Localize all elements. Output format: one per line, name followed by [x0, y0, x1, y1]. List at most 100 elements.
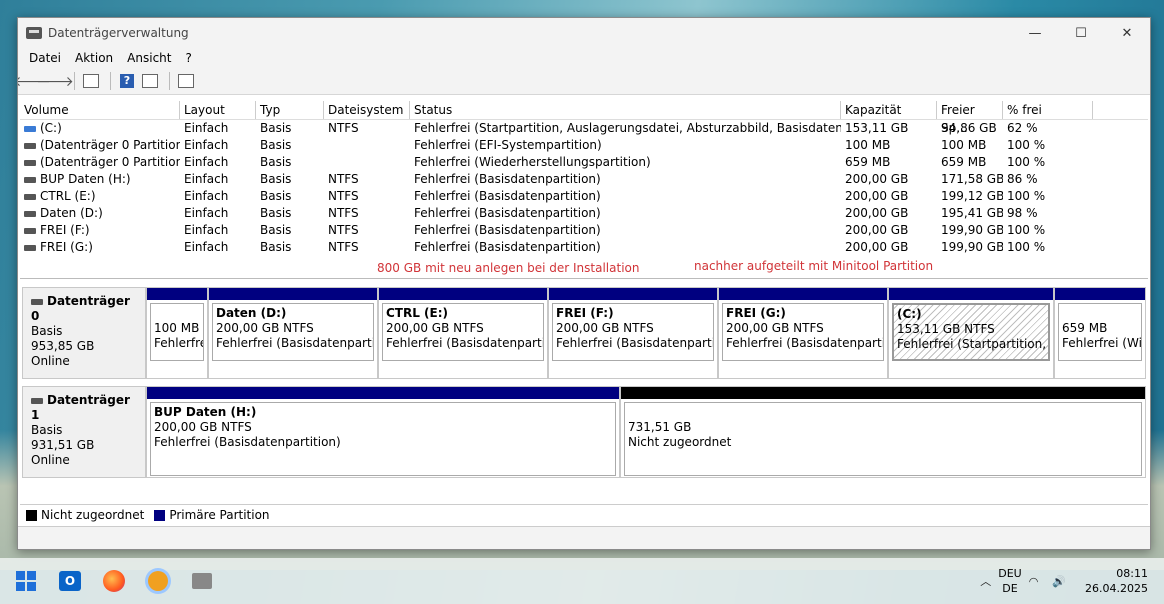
- cell-pct: 100 %: [1007, 189, 1046, 203]
- partition-bar: [889, 288, 1053, 300]
- close-button[interactable]: ✕: [1104, 18, 1150, 48]
- table-row[interactable]: Daten (D:) Einfach Basis NTFS Fehlerfrei (Ba…: [20, 205, 1148, 222]
- cell-fs: NTFS: [328, 121, 359, 135]
- table-row[interactable]: (Datenträger 0 Partition 8) Einfach Basis F…: [20, 154, 1148, 171]
- speaker-icon[interactable]: 🔊: [1052, 575, 1066, 588]
- cell-pct: 100 %: [1007, 138, 1046, 152]
- cell-free: 195,41 GB: [941, 206, 1003, 220]
- properties-icon[interactable]: [176, 71, 196, 91]
- action-pane-icon[interactable]: [140, 71, 160, 91]
- cell-fs: NTFS: [328, 223, 359, 237]
- cell-layout: Einfach: [184, 206, 229, 220]
- disk-0-state: Online: [31, 354, 70, 368]
- wifi-icon[interactable]: ◠: [1029, 575, 1039, 588]
- forward-arrow-icon[interactable]: 🡒: [36, 71, 74, 91]
- cell-typ: Basis: [260, 121, 292, 135]
- menu-ansicht[interactable]: Ansicht: [120, 51, 178, 65]
- partition-bar: [147, 387, 619, 399]
- disk-1-partition-h[interactable]: BUP Daten (H:) 200,00 GB NTFS Fehlerfrei (…: [146, 386, 620, 478]
- console-tree-icon[interactable]: [81, 71, 101, 91]
- disk-0-partition-e[interactable]: CTRL (E:) 200,00 GB NTFS Fehlerfrei (Basis…: [378, 287, 548, 379]
- disk-map: Datenträger 0 Basis 953,85 GB Online 100…: [20, 281, 1148, 501]
- col-dateisystem[interactable]: Dateisystem: [324, 101, 410, 119]
- volume-icon: [24, 125, 36, 132]
- cell-volume: FREI (G:): [20, 239, 180, 256]
- table-row[interactable]: FREI (G:) Einfach Basis NTFS Fehlerfrei (Bas…: [20, 239, 1148, 256]
- cell-pct: 86 %: [1007, 172, 1038, 186]
- maximize-button[interactable]: ☐: [1058, 18, 1104, 48]
- disk-0-partition-g[interactable]: FREI (G:) 200,00 GB NTFS Fehlerfrei (Basis…: [718, 287, 888, 379]
- disk-0-partition-recovery[interactable]: 659 MB Fehlerfrei (Wie: [1054, 287, 1146, 379]
- col-layout[interactable]: Layout: [180, 101, 256, 119]
- outlook-icon[interactable]: O: [52, 563, 88, 599]
- toolbar-separator: [169, 72, 170, 90]
- clock[interactable]: 08:11 26.04.2025: [1085, 566, 1148, 596]
- disk-management-icon: [26, 27, 42, 39]
- start-button[interactable]: [8, 563, 44, 599]
- disk-0-label[interactable]: Datenträger 0 Basis 953,85 GB Online: [22, 287, 146, 379]
- menu-aktion[interactable]: Aktion: [68, 51, 120, 65]
- cell-layout: Einfach: [184, 172, 229, 186]
- disk-0-partition-d[interactable]: Daten (D:) 200,00 GB NTFS Fehlerfrei (Basi…: [208, 287, 378, 379]
- menu-datei[interactable]: Datei: [22, 51, 68, 65]
- cell-pct: 62 %: [1007, 121, 1038, 135]
- col-kapazitaet[interactable]: Kapazität: [841, 101, 937, 119]
- table-row[interactable]: FREI (F:) Einfach Basis NTFS Fehlerfrei (Bas…: [20, 222, 1148, 239]
- disk-1-label[interactable]: Datenträger 1 Basis 931,51 GB Online: [22, 386, 146, 478]
- disk-icon: [31, 298, 43, 305]
- col-freier-speicher[interactable]: Freier Sp...: [937, 101, 1003, 135]
- minimize-button[interactable]: —: [1012, 18, 1058, 48]
- table-row[interactable]: BUP Daten (H:) Einfach Basis NTFS Fehlerfrei…: [20, 171, 1148, 188]
- disk-0-partition-f[interactable]: FREI (F:) 200,00 GB NTFS Fehlerfrei (Basis…: [548, 287, 718, 379]
- col-volume[interactable]: Volume: [20, 101, 180, 119]
- table-row[interactable]: CTRL (E:) Einfach Basis NTFS Fehlerfrei (Bas…: [20, 188, 1148, 205]
- cell-typ: Basis: [260, 189, 292, 203]
- cell-volume: BUP Daten (H:): [20, 171, 180, 188]
- cell-volume: Daten (D:): [20, 205, 180, 222]
- firefox-icon[interactable]: [96, 563, 132, 599]
- menu-help[interactable]: ?: [178, 51, 198, 65]
- col-prozent-frei[interactable]: % frei: [1003, 101, 1093, 119]
- table-row[interactable]: (C:) Einfach Basis NTFS Fehlerfrei (Startpar…: [20, 120, 1148, 137]
- cell-pct: 100 %: [1007, 240, 1046, 254]
- toolbar-separator: [110, 72, 111, 90]
- col-status[interactable]: Status: [410, 101, 841, 119]
- weather-app-icon[interactable]: [140, 563, 176, 599]
- volume-icon: [24, 193, 36, 200]
- disk-1-state: Online: [31, 453, 70, 467]
- volume-icon: [24, 142, 36, 149]
- disk-0-partition-efi[interactable]: 100 MBFehlerfrei: [146, 287, 208, 379]
- legend-primary: Primäre Partition: [169, 508, 270, 522]
- status-bar: [18, 526, 1150, 549]
- cell-cap: 200,00 GB: [845, 189, 909, 203]
- cell-free: 659 MB: [941, 155, 987, 169]
- disk-icon: [31, 397, 43, 404]
- partition-bar: [549, 288, 717, 300]
- col-typ[interactable]: Typ: [256, 101, 324, 119]
- disk-management-taskbar-icon[interactable]: [184, 563, 220, 599]
- volume-icon: [24, 227, 36, 234]
- cell-fs: NTFS: [328, 206, 359, 220]
- title-bar[interactable]: Datenträgerverwaltung — ☐ ✕: [18, 18, 1150, 48]
- cell-fs: [324, 154, 410, 171]
- chevron-up-icon[interactable]: ︿: [980, 573, 991, 589]
- cell-fs: NTFS: [328, 189, 359, 203]
- disk-0-name: Datenträger 0: [31, 294, 130, 323]
- cell-volume: FREI (F:): [20, 222, 180, 239]
- partition-bar: [209, 288, 377, 300]
- disk-0-size: 953,85 GB: [31, 339, 95, 353]
- cell-status: Fehlerfrei (Basisdatenpartition): [414, 206, 601, 220]
- table-row[interactable]: (Datenträger 0 Partition 1) Einfach Basis F…: [20, 137, 1148, 154]
- cell-status: Fehlerfrei (Basisdatenpartition): [414, 172, 601, 186]
- volume-icon: [24, 210, 36, 217]
- unallocated-swatch: [26, 509, 37, 521]
- taskbar: O ︿ DEU DE ◠ 🔊 08:11 26.04.2025: [0, 558, 1164, 604]
- cell-status: Fehlerfrei (Basisdatenpartition): [414, 189, 601, 203]
- toolbar-separator: [74, 72, 75, 90]
- disk-0-partition-c[interactable]: (C:) 153,11 GB NTFS Fehlerfrei (Startparti…: [888, 287, 1054, 379]
- cell-status: Fehlerfrei (Wiederherstellungspartition): [414, 155, 651, 169]
- input-language[interactable]: DEU DE: [998, 566, 1021, 596]
- disk-1-unallocated[interactable]: 731,51 GB Nicht zugeordnet: [620, 386, 1146, 478]
- help-icon[interactable]: ?: [117, 71, 137, 91]
- cell-volume: CTRL (E:): [20, 188, 180, 205]
